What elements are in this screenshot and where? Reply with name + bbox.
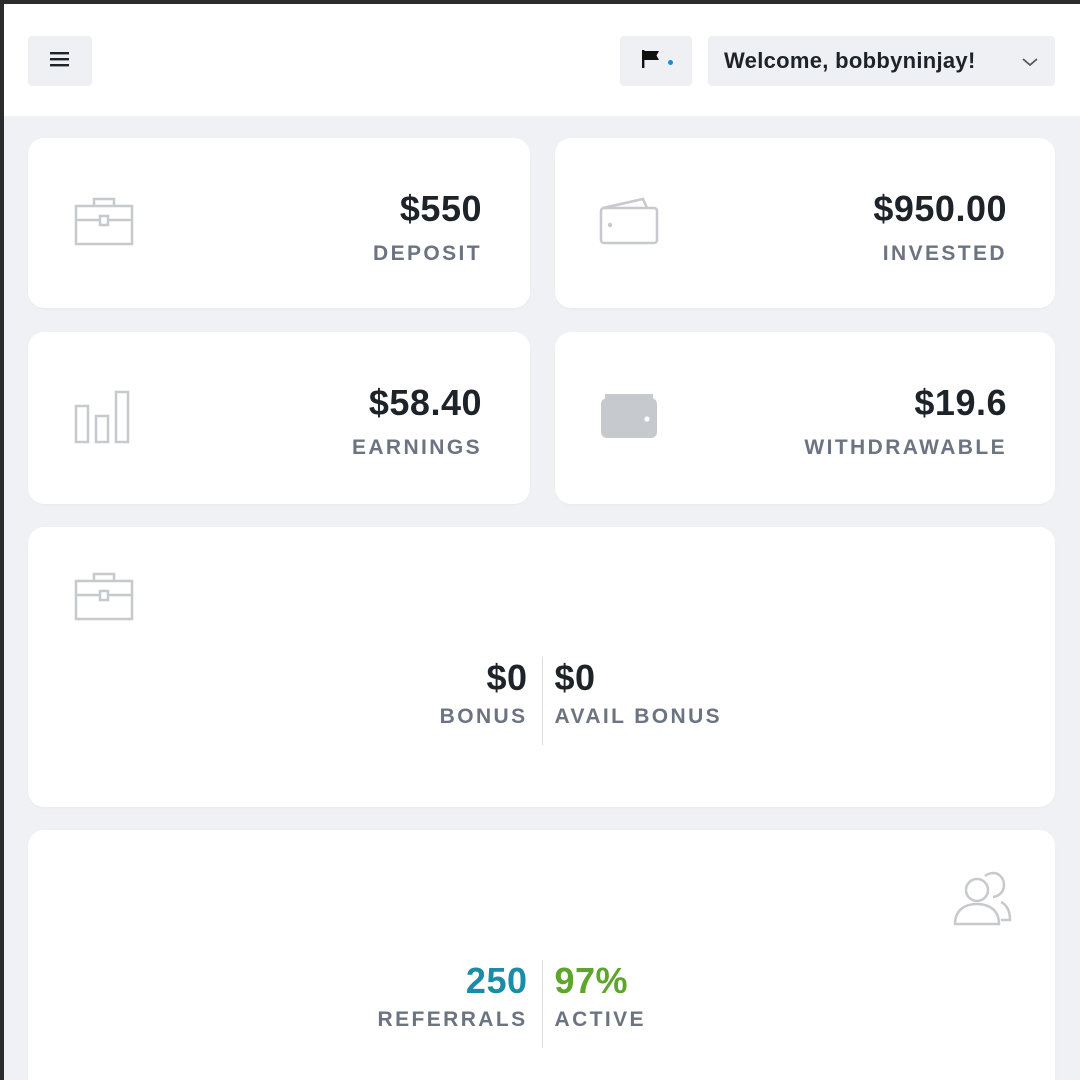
language-flag-button[interactable]: [620, 36, 692, 86]
briefcase-icon: [74, 196, 134, 251]
earnings-value: $58.40: [368, 382, 482, 423]
bonus-value: $0: [486, 657, 528, 698]
referrals-count-value: 250: [465, 960, 528, 1001]
bonus-stats: $0 BONUS $0 AVAIL BONUS: [28, 657, 1055, 747]
briefcase-icon: [74, 571, 134, 626]
avail-bonus-value: $0: [554, 657, 596, 698]
bonus-divider: [541, 657, 543, 745]
deposit-value: $550: [399, 188, 482, 229]
users-icon: [951, 870, 1013, 933]
app-frame: Welcome, bobbyninjay! $550 DEPOSIT $950.…: [4, 4, 1080, 1080]
withdrawable-label: WITHDRAWABLE: [804, 436, 1007, 459]
earnings-label: EARNINGS: [351, 436, 482, 459]
invested-label: INVESTED: [882, 242, 1007, 265]
invested-card: $950.00 INVESTED: [555, 138, 1055, 308]
user-menu-dropdown[interactable]: Welcome, bobbyninjay!: [708, 36, 1055, 86]
notification-dot: [667, 59, 673, 65]
referrals-card: 250 REFERRALS 97% ACTIVE: [28, 830, 1055, 1080]
earnings-card: $58.40 EARNINGS: [28, 332, 530, 504]
bonus-group: $0 BONUS: [440, 657, 528, 729]
avail-bonus-group: $0 AVAIL BONUS: [555, 657, 723, 729]
flag-icon: [640, 48, 662, 75]
active-group: 97% ACTIVE: [555, 960, 646, 1032]
referral-stats: 250 REFERRALS 97% ACTIVE: [28, 960, 1055, 1050]
avail-bonus-label: AVAIL BONUS: [554, 705, 723, 728]
withdrawable-value: $19.6: [914, 382, 1007, 423]
welcome-text: Welcome, bobbyninjay!: [724, 48, 976, 73]
bonus-label: BONUS: [439, 705, 528, 728]
chevron-down-icon: [1021, 51, 1039, 77]
referrals-divider: [541, 960, 543, 1048]
active-label: ACTIVE: [554, 1008, 646, 1031]
deposit-card: $550 DEPOSIT: [28, 138, 530, 308]
wallet-outline-icon: [599, 196, 659, 251]
withdrawable-card: $19.6 WITHDRAWABLE: [555, 332, 1055, 504]
invested-value: $950.00: [873, 188, 1007, 229]
menu-toggle-button[interactable]: [28, 36, 92, 86]
deposit-label: DEPOSIT: [373, 242, 482, 265]
hamburger-menu-icon: [49, 50, 71, 73]
top-navbar: Welcome, bobbyninjay!: [4, 4, 1080, 116]
wallet-filled-icon: [599, 390, 659, 447]
referrals-group: 250 REFERRALS: [378, 960, 528, 1032]
bonus-card: $0 BONUS $0 AVAIL BONUS: [28, 527, 1055, 807]
referrals-label: REFERRALS: [377, 1008, 528, 1031]
bar-chart-icon: [74, 388, 134, 449]
active-percent-value: 97%: [554, 960, 629, 1001]
